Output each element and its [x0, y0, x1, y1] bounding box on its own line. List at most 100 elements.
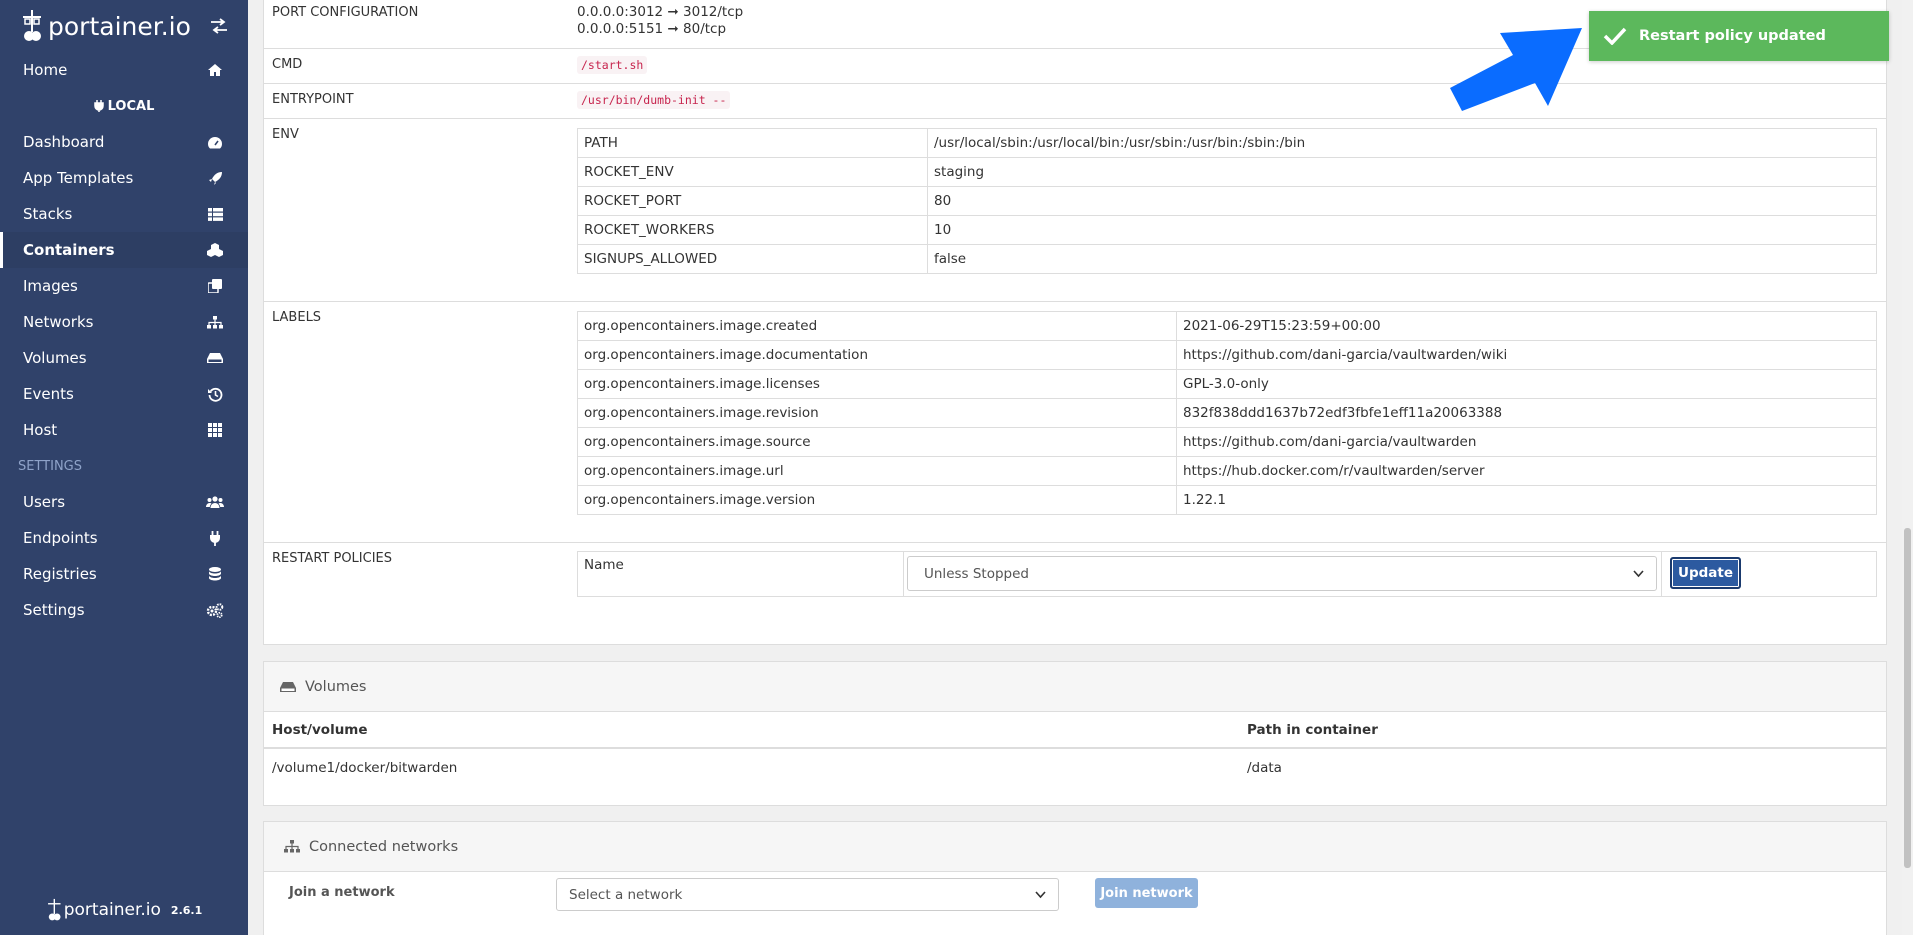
chevron-down-icon: [1633, 569, 1644, 577]
volumes-table-header: Host/volume Path in container: [264, 712, 1886, 749]
env-row: SIGNUPS_ALLOWED false: [577, 244, 1877, 274]
users-icon: [205, 496, 225, 508]
sidebar-item-events[interactable]: Events: [0, 376, 248, 412]
sidebar-item-stacks[interactable]: Stacks: [0, 196, 248, 232]
sidebar-item-label: Registries: [23, 565, 97, 583]
sidebar: portainer.io Home LOCAL Dashboard App Tem…: [0, 0, 248, 935]
env-row-value: false: [927, 244, 1877, 274]
label-row: org.opencontainers.image.url https://hub.…: [577, 456, 1877, 486]
label-row-key: org.opencontainers.image.documentation: [577, 340, 1177, 370]
sidebar-item-endpoints[interactable]: Endpoints: [0, 520, 248, 556]
restart-policies-key: RESTART POLICIES: [272, 551, 393, 566]
arrow-annotation-icon: [1450, 28, 1582, 111]
cmd-code: /start.sh: [577, 56, 648, 74]
volumes-box: Volumes Host/volume Path in container /v…: [263, 661, 1887, 806]
container-details-box: PORT CONFIGURATION 0.0.0.0:3012 ➞ 3012/t…: [263, 0, 1887, 645]
hdd-icon: [205, 352, 225, 364]
sidebar-item-label: Volumes: [23, 349, 87, 367]
env-row-value: staging: [927, 157, 1877, 187]
sidebar-item-app-templates[interactable]: App Templates: [0, 160, 248, 196]
footer-logo-text: portainer.io: [63, 900, 161, 920]
env-row: ROCKET_PORT 80: [577, 186, 1877, 216]
sidebar-item-label: Users: [23, 493, 66, 511]
label-row: org.opencontainers.image.source https://g…: [577, 427, 1877, 457]
label-row-value: https://github.com/dani-garcia/vaultward…: [1176, 340, 1877, 370]
env-row-key: ROCKET_WORKERS: [577, 215, 928, 245]
sidebar-footer: portainer.io 2.6.1: [0, 885, 248, 935]
port-config-value: 0.0.0.0:3012 ➞ 3012/tcp 0.0.0.0:5151 ➞ 8…: [577, 4, 743, 38]
sidebar-item-host[interactable]: Host: [0, 412, 248, 448]
sidebar-item-networks[interactable]: Networks: [0, 304, 248, 340]
sidebar-item-label: App Templates: [23, 169, 134, 187]
volumes-title: Volumes: [305, 678, 367, 695]
label-row-value: 2021-06-29T15:23:59+00:00: [1176, 311, 1877, 341]
env-row-value: 10: [927, 215, 1877, 245]
version-label: 2.6.1: [170, 903, 203, 917]
plug-icon: [93, 100, 104, 112]
scrollbar-thumb[interactable]: [1904, 528, 1911, 868]
page-scrollbar[interactable]: [1902, 0, 1913, 935]
label-row-value: https://hub.docker.com/r/vaultwarden/ser…: [1176, 456, 1877, 486]
env-row-value: /usr/local/sbin:/usr/local/bin:/usr/sbin…: [927, 128, 1877, 158]
env-row-key: ROCKET_PORT: [577, 186, 928, 216]
env-row: PATH/usr/local/sbin:/usr/local/bin:/usr/…: [577, 128, 1877, 158]
env-row: ROCKET_WORKERS 10: [577, 215, 1877, 245]
port-mapping: 0.0.0.0:3012 ➞ 3012/tcp: [577, 4, 744, 20]
sidebar-item-volumes[interactable]: Volumes: [0, 340, 248, 376]
label-row: org.opencontainers.image.documentation ht…: [577, 340, 1877, 370]
portainer-logo-icon: [23, 10, 41, 41]
sidebar-item-registries[interactable]: Registries: [0, 556, 248, 592]
success-toast[interactable]: Restart policy updated: [1589, 11, 1889, 61]
sidebar-item-dashboard[interactable]: Dashboard: [0, 124, 248, 160]
sidebar-item-home[interactable]: Home: [0, 52, 248, 88]
th-list-icon: [205, 207, 225, 221]
label-row-value: GPL-3.0-only: [1176, 369, 1877, 399]
hdd-icon: [280, 681, 296, 692]
checkmark-icon: [1603, 27, 1627, 45]
settings-section-title: SETTINGS: [18, 458, 83, 474]
table-row: /volume1/docker/bitwarden /data: [264, 751, 1886, 788]
sidebar-toggle-icon[interactable]: [210, 18, 228, 34]
cubes-icon: [205, 243, 225, 257]
sidebar-header: portainer.io: [0, 0, 248, 52]
logo-text: portainer.io: [48, 11, 191, 41]
sidebar-item-settings[interactable]: Settings: [0, 592, 248, 628]
col-path-in-container[interactable]: Path in container: [1247, 722, 1378, 738]
sidebar-item-label: Endpoints: [23, 529, 98, 547]
restart-name-cell: Name: [577, 551, 904, 597]
sitemap-icon: [284, 840, 300, 853]
restart-policy-selected: Unless Stopped: [924, 565, 1029, 582]
sidebar-item-images[interactable]: Images: [0, 268, 248, 304]
home-icon: [205, 63, 225, 77]
label-row-key: org.opencontainers.image.url: [577, 456, 1177, 486]
networks-title: Connected networks: [309, 838, 459, 855]
label-row-key: org.opencontainers.image.licenses: [577, 369, 1177, 399]
sidebar-item-containers[interactable]: Containers: [0, 232, 248, 268]
sidebar-item-label: Containers: [23, 241, 115, 259]
restart-policy-select[interactable]: Unless Stopped: [907, 556, 1657, 591]
network-select[interactable]: Select a network: [556, 878, 1059, 911]
label-row: org.opencontainers.image.licenses GPL-3.0…: [577, 369, 1877, 399]
tachometer-icon: [205, 136, 225, 149]
labels-row: LABELS org.opencontainers.image.created 2…: [264, 302, 1886, 543]
entrypoint-key: ENTRYPOINT: [272, 92, 354, 107]
label-row-key: org.opencontainers.image.revision: [577, 398, 1177, 428]
label-row: org.opencontainers.image.revision 832f838…: [577, 398, 1877, 428]
sidebar-item-users[interactable]: Users: [0, 484, 248, 520]
sidebar-item-label: Networks: [23, 313, 94, 331]
sidebar-item-label: Dashboard: [23, 133, 105, 151]
sidebar-item-label: Stacks: [23, 205, 73, 223]
label-row-value: https://github.com/dani-garcia/vaultward…: [1176, 427, 1877, 457]
portainer-logo[interactable]: portainer.io: [20, 8, 191, 44]
env-row-key: ROCKET_ENV: [577, 157, 928, 187]
th-icon: [205, 423, 225, 437]
rocket-icon: [205, 171, 225, 186]
sidebar-item-label: Home: [23, 61, 68, 79]
networks-header: Connected networks: [264, 822, 1886, 872]
update-button[interactable]: Update: [1670, 557, 1741, 589]
toast-message: Restart policy updated: [1639, 28, 1826, 44]
col-host-volume[interactable]: Host/volume: [272, 722, 368, 738]
volume-host-cell: /volume1/docker/bitwarden: [272, 760, 458, 776]
join-network-button[interactable]: Join network: [1095, 878, 1198, 908]
label-row: org.opencontainers.image.created 2021-06-…: [577, 311, 1877, 341]
